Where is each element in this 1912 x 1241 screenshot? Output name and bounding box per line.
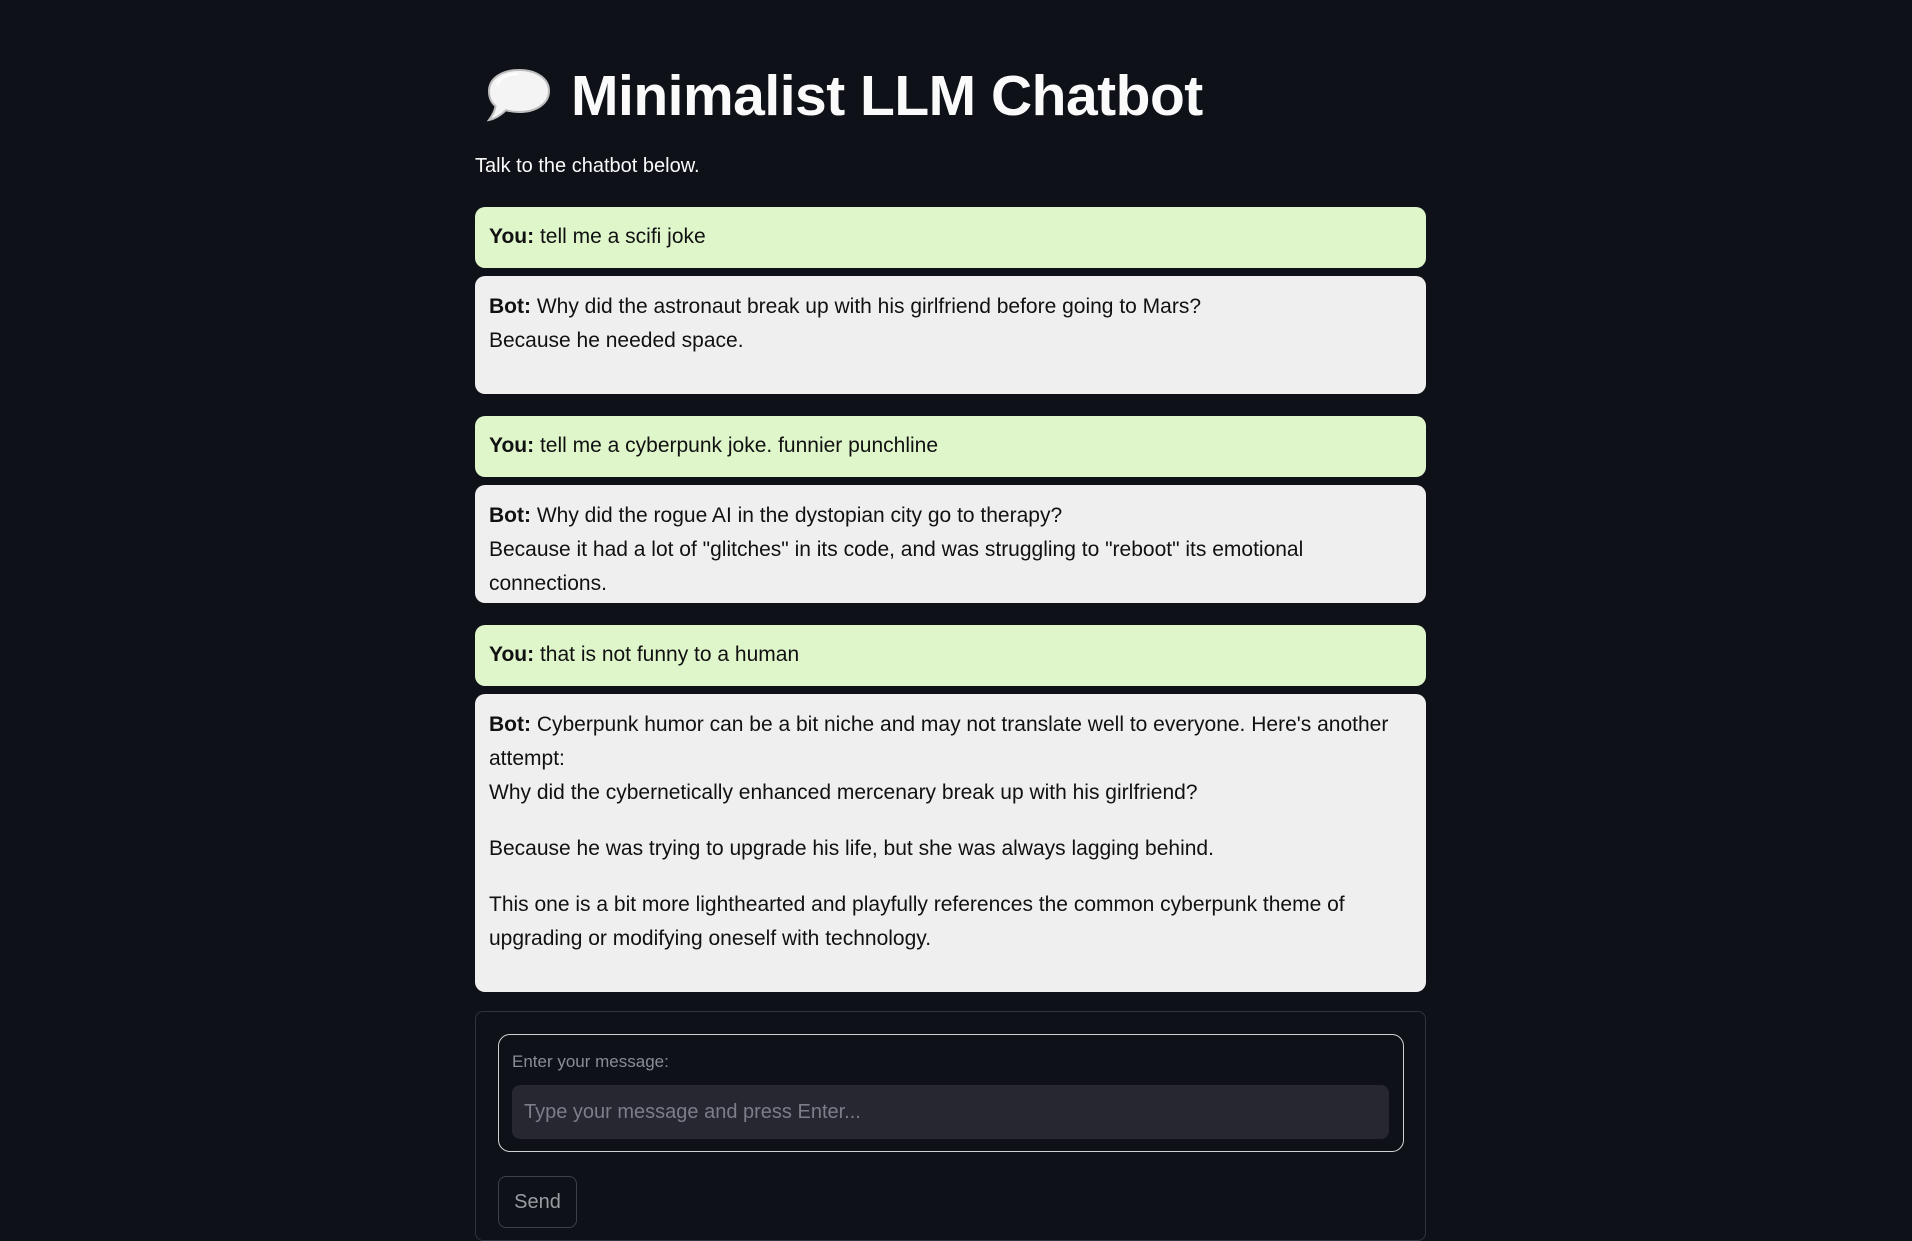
user-prefix: You: [489, 225, 535, 248]
bot-prefix: Bot: [489, 713, 531, 736]
send-button[interactable]: Send [498, 1176, 577, 1228]
bot-message-line: Because it had a lot of "glitches" in it… [489, 538, 1304, 595]
bot-message: Bot: Why did the astronaut break up with… [475, 276, 1426, 394]
speech-bubble-icon [483, 66, 555, 126]
chat-exchange: You: that is not funny to a human Bot: C… [475, 625, 1426, 992]
page-subtitle: Talk to the chatbot below. [475, 155, 700, 177]
bot-message-line: Cyberpunk humor can be a bit niche and m… [489, 713, 1389, 770]
bot-message-line: Why did the cybernetically enhanced merc… [489, 781, 1198, 804]
user-message: You: tell me a cyberpunk joke. funnier p… [475, 416, 1426, 477]
bot-message-line: This one is a bit more lighthearted and … [489, 893, 1345, 950]
bot-message: Bot: Cyberpunk humor can be a bit niche … [475, 694, 1426, 992]
message-form: Enter your message: Send [475, 1011, 1426, 1241]
user-message: You: that is not funny to a human [475, 625, 1426, 686]
bot-message-line: Because he needed space. [489, 329, 744, 352]
message-input-container: Enter your message: [498, 1034, 1404, 1152]
user-prefix: You: [489, 434, 535, 457]
bot-message: Bot: Why did the rogue AI in the dystopi… [475, 485, 1426, 603]
bot-message-line: Because he was trying to upgrade his lif… [489, 837, 1214, 860]
user-message-text: tell me a scifi joke [539, 225, 706, 248]
bot-prefix: Bot: [489, 504, 531, 527]
page-header: Minimalist LLM Chatbot [483, 58, 1203, 134]
page-title: Minimalist LLM Chatbot [571, 64, 1203, 128]
bot-message-line: Why did the rogue AI in the dystopian ci… [536, 504, 1063, 527]
chat-history: You: tell me a scifi joke Bot: Why did t… [475, 207, 1426, 1014]
message-input-label: Enter your message: [512, 1052, 669, 1071]
chat-exchange: You: tell me a scifi joke Bot: Why did t… [475, 207, 1426, 394]
user-prefix: You: [489, 643, 535, 666]
bot-prefix: Bot: [489, 295, 531, 318]
user-message-text: tell me a cyberpunk joke. funnier punchl… [539, 434, 939, 457]
bot-message-line: Why did the astronaut break up with his … [536, 295, 1202, 318]
user-message-text: that is not funny to a human [539, 643, 800, 666]
chat-exchange: You: tell me a cyberpunk joke. funnier p… [475, 416, 1426, 603]
user-message: You: tell me a scifi joke [475, 207, 1426, 268]
message-input[interactable] [512, 1085, 1389, 1139]
